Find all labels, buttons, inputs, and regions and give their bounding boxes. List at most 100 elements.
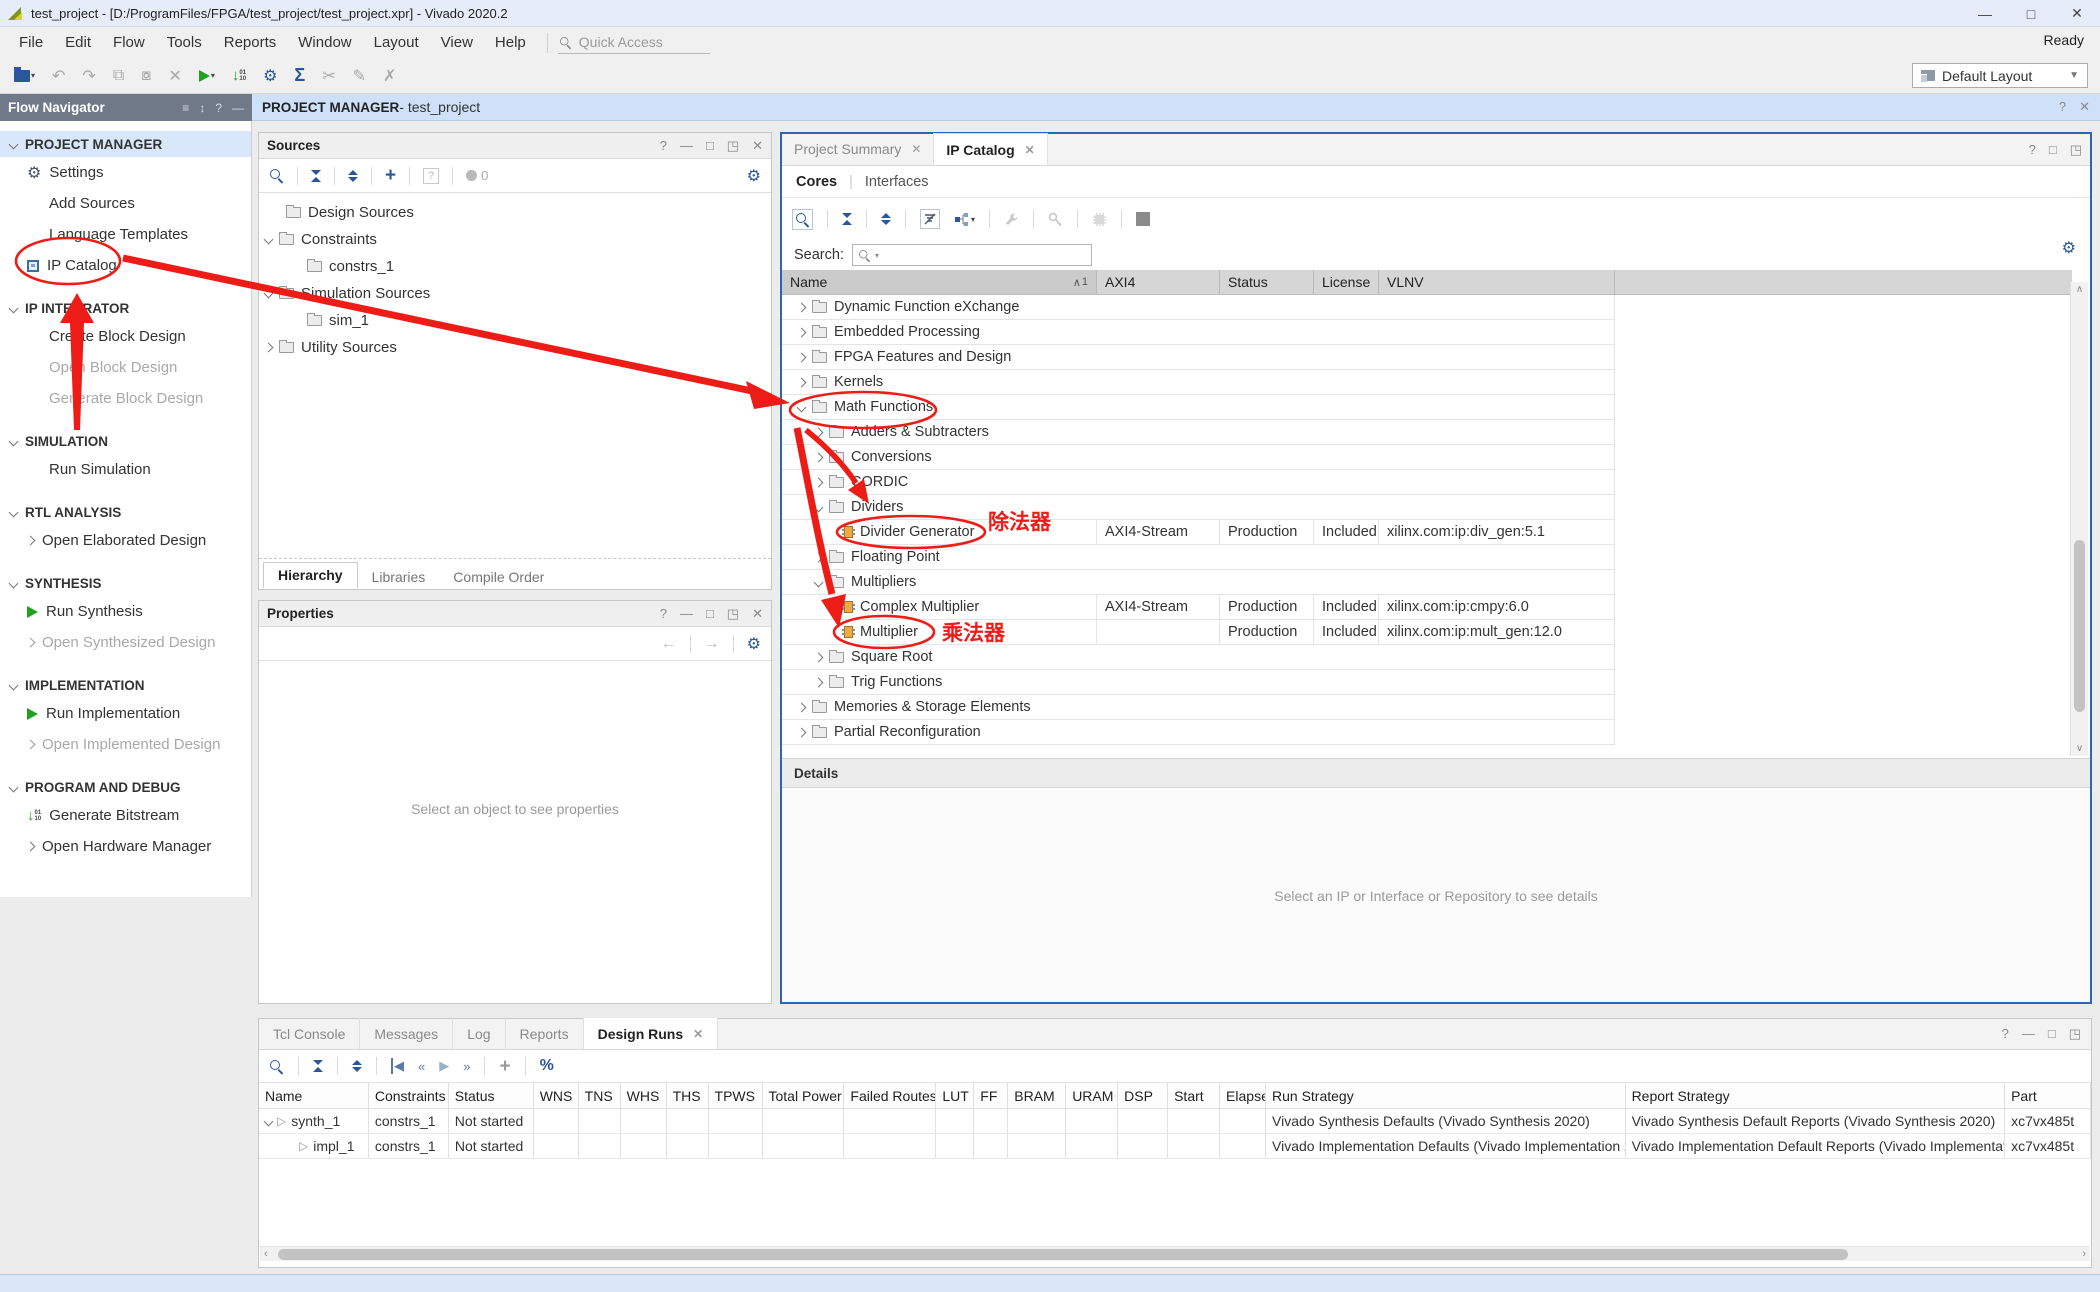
section-ip-integrator[interactable]: IP INTEGRATOR <box>0 295 251 321</box>
column-status[interactable]: Status <box>449 1083 534 1108</box>
column-failed-routes[interactable]: Failed Routes <box>844 1083 936 1108</box>
catalog-row-divider-generator[interactable]: Divider GeneratorAXI4-StreamProductionIn… <box>782 520 1615 545</box>
catalog-row[interactable]: Conversions <box>782 445 1615 470</box>
customize-wrench-icon[interactable] <box>1004 212 1019 227</box>
menu-tools[interactable]: Tools <box>156 34 213 51</box>
close-button[interactable]: ✕ <box>2054 0 2100 27</box>
info-square-icon[interactable] <box>1136 212 1150 226</box>
menu-flow[interactable]: Flow <box>102 34 156 51</box>
previous-runs-icon[interactable]: « <box>418 1059 425 1074</box>
license-key-icon[interactable] <box>1048 212 1063 227</box>
section-project-manager[interactable]: PROJECT MANAGER <box>0 131 251 157</box>
menu-layout[interactable]: Layout <box>363 34 430 51</box>
section-simulation[interactable]: SIMULATION <box>0 428 251 454</box>
scroll-thumb[interactable] <box>278 1249 1848 1260</box>
gear-icon[interactable]: ⚙ <box>2062 238 2076 258</box>
catalog-row[interactable]: Memories & Storage Elements <box>782 695 1615 720</box>
tree-row-constrs-1[interactable]: constrs_1 <box>259 253 771 280</box>
generate-bitstream-button[interactable]: ↓0110 <box>232 67 246 84</box>
catalog-row[interactable]: Adders & Subtracters <box>782 420 1615 445</box>
layout-selector[interactable]: Default Layout ▼ <box>1912 63 2088 88</box>
column-wns[interactable]: WNS <box>534 1083 579 1108</box>
column-bram[interactable]: BRAM <box>1008 1083 1066 1108</box>
catalog-row-multipliers[interactable]: Multipliers <box>782 570 1615 595</box>
catalog-row[interactable]: FPGA Features and Design <box>782 345 1615 370</box>
catalog-row-dividers[interactable]: Dividers <box>782 495 1615 520</box>
sidebar-item-ip-catalog[interactable]: IP Catalog <box>0 250 251 281</box>
menu-file[interactable]: File <box>8 34 54 51</box>
column-run-strategy[interactable]: Run Strategy <box>1266 1083 1626 1108</box>
expand-icon[interactable]: ↕ <box>199 101 205 115</box>
float-icon[interactable]: ◳ <box>727 138 739 154</box>
column-total-power[interactable]: Total Power <box>763 1083 845 1108</box>
hierarchy-view-button[interactable]: ▾ <box>954 212 975 227</box>
section-rtl-analysis[interactable]: RTL ANALYSIS <box>0 499 251 525</box>
delete-button[interactable]: ✕ <box>168 66 181 86</box>
column-vlnv[interactable]: VLNV <box>1379 270 1615 294</box>
search-icon[interactable] <box>269 1059 284 1074</box>
run-row-synth-1[interactable]: ▷synth_1 constrs_1 Not started Vivado Sy… <box>259 1109 2091 1134</box>
help-icon[interactable]: ? <box>215 101 222 115</box>
tab-hierarchy[interactable]: Hierarchy <box>263 562 358 589</box>
tab-project-summary[interactable]: Project Summary✕ <box>782 133 934 165</box>
collapse-all-icon[interactable] <box>311 170 321 182</box>
help-toggle-icon[interactable]: ? <box>423 168 439 184</box>
sources-panel-header[interactable]: Sources ? — □ ◳ ✕ <box>259 133 771 159</box>
help-icon[interactable]: ? <box>2059 99 2066 115</box>
menu-edit[interactable]: Edit <box>54 34 102 51</box>
expand-all-icon[interactable] <box>348 170 358 182</box>
help-icon[interactable]: ? <box>2029 142 2036 158</box>
details-header[interactable]: Details <box>782 758 2090 788</box>
column-name[interactable]: Name <box>259 1083 369 1108</box>
section-synthesis[interactable]: SYNTHESIS <box>0 570 251 596</box>
quick-access-search[interactable]: Quick Access <box>558 32 710 54</box>
catalog-row[interactable]: Trig Functions <box>782 670 1615 695</box>
search-input[interactable]: ▾ <box>852 244 1092 266</box>
tab-compile-order[interactable]: Compile Order <box>439 565 558 589</box>
undo-button[interactable]: ↶ <box>52 66 65 86</box>
column-part[interactable]: Part <box>2005 1083 2091 1108</box>
run-row-impl-1[interactable]: ▷impl_1 constrs_1 Not started Vivado Imp… <box>259 1134 2091 1159</box>
tree-row-sim-1[interactable]: sim_1 <box>259 307 771 334</box>
catalog-row-multiplier[interactable]: MultiplierProductionIncludedxilinx.com:i… <box>782 620 1615 645</box>
first-run-icon[interactable]: ◀ <box>391 1058 404 1074</box>
collapse-all-icon[interactable] <box>313 1060 323 1072</box>
float-icon[interactable]: ◳ <box>2070 142 2082 158</box>
section-implementation[interactable]: IMPLEMENTATION <box>0 672 251 698</box>
open-project-button[interactable]: ▾ <box>14 70 35 82</box>
paste-button[interactable]: ⧇ <box>141 67 151 85</box>
close-icon[interactable]: ✕ <box>752 138 763 154</box>
redo-button[interactable]: ↷ <box>82 66 95 86</box>
float-icon[interactable]: ◳ <box>727 606 739 622</box>
column-start[interactable]: Start <box>1168 1083 1220 1108</box>
scroll-left-icon[interactable]: ‹ <box>264 1247 268 1262</box>
percent-icon[interactable]: % <box>540 1057 554 1075</box>
close-icon[interactable]: ✕ <box>1025 143 1035 157</box>
properties-panel-header[interactable]: Properties ? — □ ◳ ✕ <box>259 601 771 627</box>
column-ff[interactable]: FF <box>974 1083 1008 1108</box>
horizontal-scrollbar[interactable]: ‹ › <box>260 1246 2090 1261</box>
column-status[interactable]: Status <box>1220 270 1314 294</box>
expand-all-icon[interactable] <box>352 1060 362 1072</box>
tree-row-constraints[interactable]: Constraints <box>259 226 771 253</box>
sidebar-item-open-elaborated-design[interactable]: Open Elaborated Design <box>0 525 251 556</box>
view-cores[interactable]: Cores <box>796 174 837 190</box>
sidebar-item-create-block-design[interactable]: Create Block Design <box>0 321 251 352</box>
tree-row-utility-sources[interactable]: Utility Sources <box>259 334 771 361</box>
minimize-panel-icon[interactable]: — <box>232 101 244 115</box>
collapse-all-icon[interactable] <box>842 213 852 225</box>
search-icon[interactable] <box>269 168 284 183</box>
column-lut[interactable]: LUT <box>936 1083 974 1108</box>
sidebar-item-settings[interactable]: ⚙Settings <box>0 157 251 188</box>
column-tns[interactable]: TNS <box>579 1083 621 1108</box>
gear-icon[interactable]: ⚙ <box>747 634 761 654</box>
maximize-icon[interactable]: □ <box>706 138 714 154</box>
abort-button[interactable]: ✗ <box>383 66 396 86</box>
scroll-thumb[interactable] <box>2074 540 2085 712</box>
sidebar-item-run-simulation[interactable]: Run Simulation <box>0 454 251 485</box>
search-toggle-button[interactable] <box>792 209 813 230</box>
menu-window[interactable]: Window <box>287 34 362 51</box>
float-icon[interactable]: ◳ <box>2069 1026 2081 1042</box>
tab-libraries[interactable]: Libraries <box>358 565 440 589</box>
menu-help[interactable]: Help <box>484 34 537 51</box>
